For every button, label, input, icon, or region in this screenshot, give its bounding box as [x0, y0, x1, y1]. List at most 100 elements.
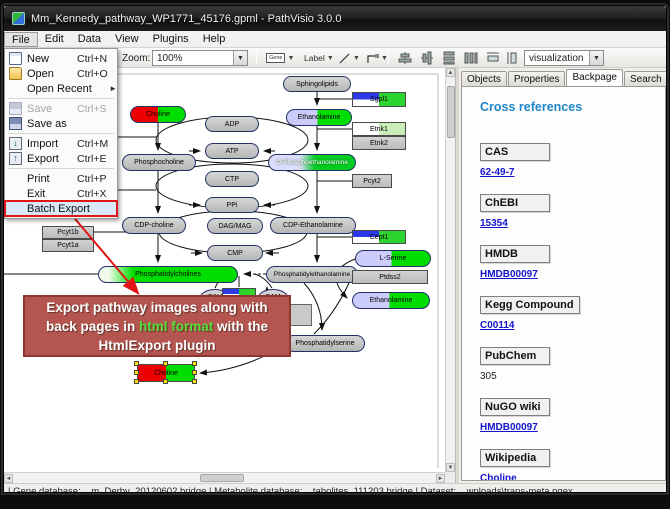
- line-tool-button[interactable]: ▼: [334, 50, 364, 66]
- node-cdp-ethanolamine[interactable]: CDP-Ethanolamine: [270, 217, 356, 234]
- file-menu-item-print[interactable]: PrintCtrl+P: [5, 171, 117, 186]
- menu-edit[interactable]: Edit: [38, 32, 71, 47]
- menu-plugins[interactable]: Plugins: [146, 32, 196, 47]
- file-menu-item-export[interactable]: ↑ExportCtrl+E: [5, 151, 117, 166]
- node-ethanolamine-2[interactable]: Ethanolamine: [352, 292, 430, 309]
- common-height-button[interactable]: [502, 50, 524, 66]
- file-menu-item-open-recent[interactable]: Open Recent►: [5, 81, 117, 96]
- status-text: | Gene database: ...m_Derby_20120602.bri…: [8, 486, 573, 493]
- node-cept1[interactable]: Cept1: [352, 230, 406, 244]
- scroll-down-arrow[interactable]: ▼: [446, 463, 455, 472]
- node-dag-mag[interactable]: DAG/MAG: [207, 218, 263, 234]
- node-ppi[interactable]: PPi: [205, 197, 259, 213]
- selection-handle[interactable]: [192, 379, 197, 384]
- label-tool-button[interactable]: Label ▼: [300, 50, 338, 66]
- backpage-content[interactable]: Cross references CAS62-49-7ChEBI15354HMD…: [461, 86, 666, 481]
- node-adp[interactable]: ADP: [205, 116, 259, 132]
- align-center-x-button[interactable]: [394, 50, 416, 66]
- selection-handle[interactable]: [192, 361, 197, 366]
- file-menu-item-new[interactable]: NewCtrl+N: [5, 51, 117, 66]
- menu-view[interactable]: View: [108, 32, 146, 47]
- node-atp[interactable]: ATP: [205, 143, 259, 159]
- xref-link[interactable]: 15354: [480, 218, 508, 229]
- node-sphingolipids[interactable]: Sphingolipids: [283, 76, 351, 92]
- node-sgpl1[interactable]: Sgpl1: [352, 92, 406, 107]
- vertical-scrollbar[interactable]: ▲ ▼: [445, 68, 455, 472]
- xref-link[interactable]: HMDB00097: [480, 422, 538, 433]
- datanode-type-button[interactable]: Gene ▼: [262, 50, 298, 66]
- node-pcyt1b[interactable]: Pcyt1b: [42, 226, 94, 239]
- node-phosphocholine[interactable]: Phosphocholine: [122, 154, 196, 171]
- xref-section-hmdb: HMDBHMDB00097: [480, 244, 665, 282]
- node-o-phosphoethanolamine[interactable]: O-Phosphoethanolamine: [268, 154, 356, 171]
- title-bar[interactable]: Mm_Kennedy_pathway_WP1771_45176.gpml - P…: [4, 6, 666, 31]
- app-icon: [12, 12, 25, 25]
- node-pcyt2[interactable]: Pcyt2: [352, 174, 392, 188]
- xref-link[interactable]: HMDB00097: [480, 269, 538, 280]
- menu-file[interactable]: File: [4, 32, 38, 47]
- visualization-dropdown-arrow[interactable]: ▼: [589, 51, 603, 65]
- selection-handle[interactable]: [163, 379, 168, 384]
- file-menu-item-exit[interactable]: ExitCtrl+X: [5, 186, 117, 201]
- node-choline-top[interactable]: Choline: [130, 106, 186, 123]
- file-menu-item-import[interactable]: ↓ImportCtrl+M: [5, 136, 117, 151]
- align-center-y-button[interactable]: [416, 50, 438, 66]
- distribute-vertical-button[interactable]: [438, 50, 460, 66]
- node-ptdss2[interactable]: Ptdss2: [352, 270, 428, 284]
- selection-handle[interactable]: [163, 361, 168, 366]
- elbow-line-icon: [366, 52, 379, 65]
- node-etnk1[interactable]: Etnk1: [352, 122, 406, 136]
- node-phosphatidylserine[interactable]: Phosphatidylserine: [285, 335, 365, 352]
- xref-link[interactable]: C00114: [480, 320, 514, 331]
- node-ethanolamine-top[interactable]: Ethanolamine: [286, 109, 352, 126]
- zoom-combobox[interactable]: 100% ▼: [152, 50, 248, 66]
- selection-handle[interactable]: [192, 370, 197, 375]
- file-menu-item-label: Exit: [27, 188, 77, 200]
- node-ctp[interactable]: CTP: [205, 171, 259, 187]
- cross-references-heading: Cross references: [480, 100, 665, 114]
- scroll-up-arrow[interactable]: ▲: [446, 68, 455, 77]
- menu-help[interactable]: Help: [196, 32, 233, 47]
- scroll-left-arrow[interactable]: ◄: [4, 474, 13, 483]
- common-width-button[interactable]: [482, 50, 504, 66]
- selection-handle[interactable]: [134, 361, 139, 366]
- file-menu-item-save-as[interactable]: Save as: [5, 116, 117, 131]
- distribute-horizontal-button[interactable]: [460, 50, 482, 66]
- shortcut-label: Ctrl+P: [77, 173, 117, 185]
- node-gray-box[interactable]: [288, 304, 312, 326]
- node-pcyt1a[interactable]: Pcyt1a: [42, 239, 94, 252]
- zoom-dropdown-arrow[interactable]: ▼: [233, 51, 247, 65]
- node-etnk2[interactable]: Etnk2: [352, 136, 406, 150]
- scrollbar-corner: [445, 472, 455, 483]
- node-cdp-choline[interactable]: CDP-choline: [122, 217, 186, 234]
- tab-search[interactable]: Search: [624, 71, 667, 86]
- xref-source-title: ChEBI: [480, 194, 550, 212]
- horizontal-scroll-thumb[interactable]: [200, 474, 244, 482]
- xref-link[interactable]: Choline: [480, 473, 517, 481]
- xref-section-wikipedia: Wikipedia Choline: [480, 448, 665, 481]
- node-l-serine[interactable]: L-Serine: [355, 250, 431, 267]
- file-menu-item-open[interactable]: OpenCtrl+O: [5, 66, 117, 81]
- chevron-down-icon: ▼: [287, 55, 294, 62]
- horizontal-scrollbar[interactable]: ◄ ►: [4, 472, 445, 483]
- xref-source-title: Wikipedia: [480, 449, 550, 467]
- node-phosphatidylethanolamine[interactable]: Phosphatidylethanolamine: [266, 266, 358, 283]
- selection-handle[interactable]: [134, 370, 139, 375]
- chevron-down-icon: ▼: [327, 55, 334, 62]
- tab-backpage[interactable]: Backpage: [566, 69, 622, 86]
- xref-source-title: NuGO wiki: [480, 398, 550, 416]
- selection-handle[interactable]: [134, 379, 139, 384]
- xref-link[interactable]: 62-49-7: [480, 167, 514, 178]
- visualization-combobox[interactable]: visualization ▼: [524, 50, 604, 66]
- scroll-right-arrow[interactable]: ►: [436, 474, 445, 483]
- file-menu-item-label: Save: [27, 103, 77, 115]
- node-cmp[interactable]: CMP: [207, 245, 263, 261]
- node-phosphatidylcholines[interactable]: Phosphatidylcholines: [98, 266, 238, 283]
- vertical-scroll-thumb[interactable]: [447, 86, 455, 138]
- file-menu-item-batch-export[interactable]: Batch Export: [5, 201, 117, 216]
- file-menu-dropdown: NewCtrl+NOpenCtrl+OOpen Recent► Save Ctrl+…: [4, 48, 118, 219]
- menu-data[interactable]: Data: [71, 32, 108, 47]
- save-icon: [9, 102, 22, 115]
- tab-properties[interactable]: Properties: [508, 71, 566, 86]
- tab-objects[interactable]: Objects: [461, 71, 507, 86]
